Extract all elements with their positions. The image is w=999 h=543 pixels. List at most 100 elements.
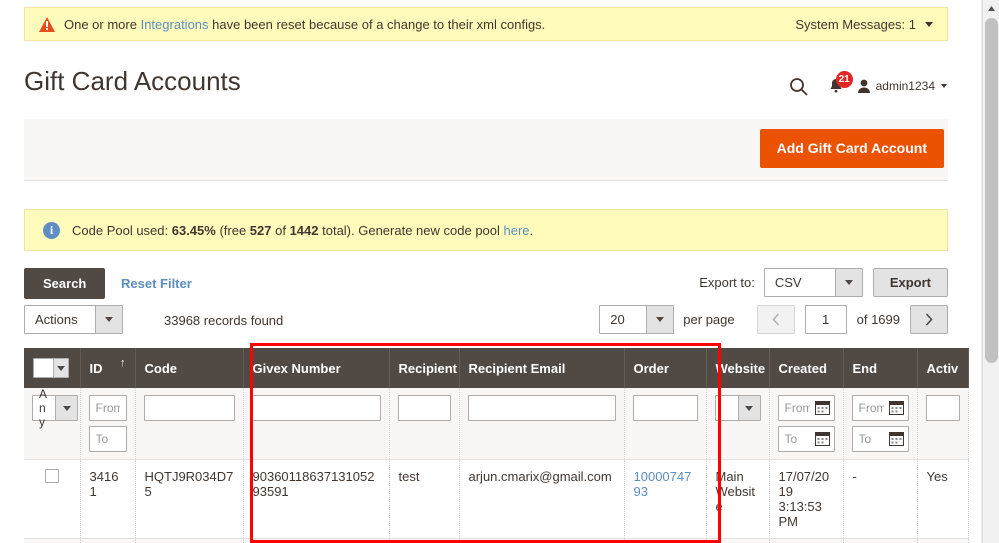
filter-id-from-input[interactable]: [89, 395, 127, 421]
filter-cell-end: [843, 388, 917, 460]
chevron-down-icon: [95, 306, 122, 333]
cell-created: 08/07/2019 8:49:40 PM: [769, 539, 843, 543]
grid-filter-row: Any: [24, 388, 968, 460]
next-page-button[interactable]: [910, 305, 948, 334]
code-pool-free-count: 527: [250, 223, 272, 238]
chevron-down-icon: [925, 22, 933, 27]
info-icon: i: [43, 222, 60, 239]
vertical-scrollbar[interactable]: [982, 0, 999, 543]
system-message-bar: One or more Integrations have been reset…: [24, 7, 948, 41]
add-gift-card-account-button[interactable]: Add Gift Card Account: [760, 129, 944, 168]
column-header-recipient[interactable]: Recipient: [389, 348, 459, 388]
scroll-up-arrow-icon[interactable]: [983, 0, 999, 16]
cell-givex-number: 9036011863713105293591: [243, 460, 389, 539]
table-row[interactable]: 34161 HQTJ9R034D75 903601186371310529359…: [24, 460, 968, 539]
grid-pager: 20 per page of 1699: [599, 305, 948, 334]
filter-recipient-input[interactable]: [398, 395, 451, 421]
notifications-count-badge: 21: [836, 71, 853, 88]
scrollbar-thumb[interactable]: [985, 18, 998, 363]
code-pool-total-count: 1442: [290, 223, 319, 238]
cell-order: 1000074793: [624, 460, 706, 539]
filter-id-to-input[interactable]: [89, 426, 127, 452]
cell-website: Main Website: [706, 539, 769, 543]
filter-mass-select[interactable]: Any: [32, 395, 78, 421]
user-icon: [858, 79, 870, 93]
column-header-code[interactable]: Code: [135, 348, 243, 388]
actions-select[interactable]: Actions: [24, 305, 123, 334]
user-menu[interactable]: admin1234: [858, 79, 947, 93]
grid-filter-toolbar: Search Reset Filter Export to: CSV Expor…: [24, 268, 948, 300]
export-button[interactable]: Export: [873, 268, 948, 297]
reset-filter-link[interactable]: Reset Filter: [121, 276, 192, 291]
cell-order: 1000074778: [624, 539, 706, 543]
column-header-recipient-email[interactable]: Recipient Email: [459, 348, 624, 388]
cell-code: HQE9EMUNTA6N: [135, 539, 243, 543]
system-messages-count-label: System Messages: 1: [795, 17, 916, 32]
page-root: One or more Integrations have been reset…: [0, 0, 999, 543]
calendar-icon[interactable]: [887, 398, 906, 417]
column-header-order[interactable]: Order: [624, 348, 706, 388]
cell-givex-number: 9036011822857105290482: [243, 539, 389, 543]
row-checkbox-cell: [24, 539, 80, 543]
cell-website: Main Website: [706, 460, 769, 539]
column-header-id[interactable]: ID ↑: [80, 348, 135, 388]
cell-end: -: [843, 539, 917, 543]
generate-code-pool-link[interactable]: here: [504, 223, 530, 238]
cell-recipient-email: arjun.cmarix@gmail.com: [459, 539, 624, 543]
cell-end: -: [843, 460, 917, 539]
notice-of-label: of: [272, 223, 290, 238]
notice-period: .: [530, 223, 534, 238]
export-format-select[interactable]: CSV: [764, 268, 863, 297]
notifications-bell-icon[interactable]: 21: [814, 71, 858, 101]
header-actions: 21 admin1234: [784, 71, 947, 101]
column-header-givex-number[interactable]: Givex Number: [243, 348, 389, 388]
filter-cell-mass: Any: [24, 388, 80, 460]
filter-recipient-email-input[interactable]: [468, 395, 616, 421]
calendar-icon[interactable]: [887, 429, 906, 448]
chevron-down-icon: [55, 396, 77, 420]
system-messages-toggle[interactable]: System Messages: 1: [795, 17, 933, 32]
previous-page-button[interactable]: [757, 305, 795, 334]
user-name-label: admin1234: [876, 79, 935, 93]
filter-website-select[interactable]: [715, 395, 761, 421]
mass-select-dropdown[interactable]: [33, 358, 69, 378]
filter-active-input[interactable]: [926, 395, 960, 421]
integrations-link[interactable]: Integrations: [141, 17, 209, 32]
per-page-label: per page: [683, 312, 734, 327]
column-header-active[interactable]: Activ: [917, 348, 968, 388]
code-pool-notice-text: Code Pool used: 63.45% (free 527 of 1442…: [72, 223, 533, 238]
calendar-icon[interactable]: [813, 429, 832, 448]
chevron-down-icon: [835, 269, 862, 296]
current-page-input[interactable]: [805, 305, 847, 334]
order-link[interactable]: 1000074793: [634, 469, 692, 499]
row-checkbox[interactable]: [45, 469, 59, 483]
system-message-prefix: One or more: [64, 17, 141, 32]
cell-recipient-email: arjun.cmarix@gmail.com: [459, 460, 624, 539]
cell-id: 34161: [80, 460, 135, 539]
column-header-mass[interactable]: [24, 348, 80, 388]
filter-givex-number-input[interactable]: [252, 395, 381, 421]
notice-free-label: (free: [216, 223, 250, 238]
filter-cell-recipient: [389, 388, 459, 460]
filter-cell-id: [80, 388, 135, 460]
cell-id: 34160: [80, 539, 135, 543]
column-header-end[interactable]: End: [843, 348, 917, 388]
cell-active: Yes: [917, 460, 968, 539]
filter-order-input[interactable]: [633, 395, 698, 421]
per-page-select[interactable]: 20: [599, 305, 674, 334]
calendar-icon[interactable]: [813, 398, 832, 417]
column-header-created[interactable]: Created: [769, 348, 843, 388]
search-button[interactable]: Search: [24, 268, 105, 299]
per-page-value: 20: [600, 306, 646, 333]
export-controls: Export to: CSV Export: [699, 268, 948, 297]
chevron-down-icon: [53, 359, 68, 377]
chevron-right-icon: [925, 313, 933, 326]
gift-card-accounts-grid: ID ↑ Code Givex Number Recipient Recipie…: [24, 348, 968, 543]
table-row[interactable]: 34160 HQE9EMUNTA6N 903601182285710529048…: [24, 539, 968, 543]
page-title: Gift Card Accounts: [24, 66, 241, 97]
page-actions-panel: Add Gift Card Account: [24, 119, 948, 181]
column-header-website[interactable]: Website: [706, 348, 769, 388]
filter-code-input[interactable]: [144, 395, 235, 421]
search-icon[interactable]: [784, 71, 814, 101]
cell-recipient: test22: [389, 539, 459, 543]
